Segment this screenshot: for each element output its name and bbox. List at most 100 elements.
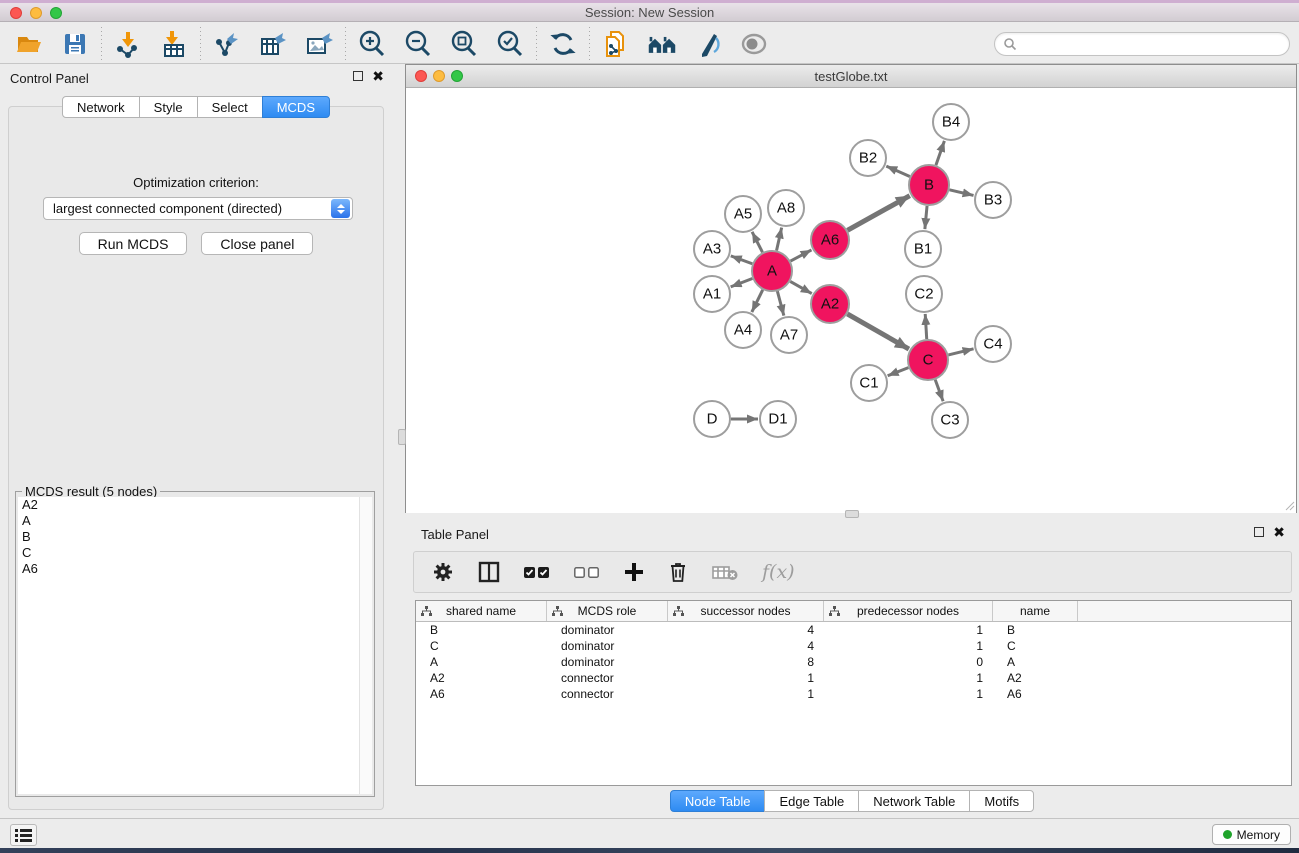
toolbar-divider [101,27,102,61]
deselect-all-columns-icon[interactable] [574,566,600,579]
graph-edge-B-B3[interactable] [949,190,973,196]
import-table-icon[interactable] [159,29,189,59]
table-toolbar: f(x) [413,551,1292,593]
table-row[interactable]: A2connector11A2 [416,670,1291,686]
tab-mcds[interactable]: MCDS [262,96,330,118]
search-field[interactable] [994,32,1290,56]
column-header-shared-name[interactable]: shared name [416,601,547,621]
float-table-panel-icon[interactable] [1254,527,1264,537]
graph-edge-A-A3[interactable] [731,256,753,264]
minimize-window-button[interactable] [30,7,42,19]
column-header-MCDS-role[interactable]: MCDS role [547,601,668,621]
save-session-icon[interactable] [60,29,90,59]
zoom-window-button[interactable] [50,7,62,19]
node-table-body: Bdominator41BCdominator41CAdominator80AA… [416,622,1291,702]
split-columns-icon[interactable] [478,561,500,583]
result-item[interactable]: A2 [18,497,359,513]
table-row[interactable]: Cdominator41C [416,638,1291,654]
close-window-button[interactable] [10,7,22,19]
graph-edge-C-C2[interactable] [925,314,927,339]
tab-network-table[interactable]: Network Table [858,790,970,812]
open-session-icon[interactable] [14,29,44,59]
tab-node-table[interactable]: Node Table [670,790,766,812]
tab-style[interactable]: Style [139,96,198,118]
show-hide-eye-icon[interactable] [739,29,769,59]
graph-edge-A-A1[interactable] [731,279,753,287]
graph-edge-A-A4[interactable] [752,290,763,312]
column-header-successor-nodes[interactable]: successor nodes [668,601,824,621]
graph-node-label-C4: C4 [983,336,1002,353]
close-panel-button[interactable]: Close panel [201,232,313,255]
new-network-from-selection-icon[interactable] [601,29,631,59]
table-cell: 1 [824,686,993,702]
export-image-icon[interactable] [304,29,334,59]
graph-node-label-A6: A6 [821,232,839,249]
table-row[interactable]: Adominator80A [416,654,1291,670]
zoom-fit-icon[interactable] [449,29,479,59]
graph-edge-A-A7[interactable] [777,291,783,315]
result-item[interactable]: A [18,513,359,529]
result-list-scrollbar[interactable] [359,497,372,794]
import-network-icon[interactable] [113,29,143,59]
zoom-in-icon[interactable] [357,29,387,59]
result-item[interactable]: A6 [18,561,359,577]
graph-node-label-A3: A3 [703,241,721,258]
criterion-dropdown[interactable]: largest connected component (directed) [43,197,353,220]
close-table-panel-icon[interactable]: ✖ [1273,527,1285,537]
tab-select[interactable]: Select [197,96,263,118]
column-header-predecessor-nodes[interactable]: predecessor nodes [824,601,993,621]
graph-edge-A6-B[interactable] [847,196,909,231]
graph-edge-C-C4[interactable] [948,349,973,355]
graph-edge-A-A5[interactable] [752,232,762,252]
close-panel-icon[interactable]: ✖ [372,71,384,81]
add-column-icon[interactable] [624,562,644,582]
main-toolbar [0,25,1299,64]
graph-edge-B-B4[interactable] [936,141,944,165]
table-settings-icon[interactable] [432,561,454,583]
tab-edge-table[interactable]: Edge Table [764,790,859,812]
export-network-icon[interactable] [212,29,242,59]
table-cell: A6 [416,686,547,702]
network-close-button[interactable] [415,70,427,82]
window-resize-grip[interactable] [1284,500,1295,511]
toggle-graphics-details-icon[interactable] [693,29,723,59]
graph-edge-C-C3[interactable] [935,380,943,402]
table-row[interactable]: A6connector11A6 [416,686,1291,702]
network-window-titlebar[interactable]: testGlobe.txt [406,65,1296,88]
search-input[interactable] [1017,37,1289,51]
table-panel: Table Panel ✖ f(x) shared nameMCDS rol [405,520,1299,818]
delete-column-icon[interactable] [668,561,688,583]
zoom-out-icon[interactable] [403,29,433,59]
graph-node-label-D1: D1 [768,411,787,428]
export-table-icon[interactable] [258,29,288,59]
graph-edge-C-C1[interactable] [888,368,909,376]
network-minimize-button[interactable] [433,70,445,82]
mcds-result-list[interactable]: A2ABCA6 [18,497,359,794]
table-row[interactable]: Bdominator41B [416,622,1291,638]
select-all-columns-icon[interactable] [524,566,550,579]
graph-edge-A-A8[interactable] [777,228,782,251]
result-item[interactable]: C [18,545,359,561]
graph-edge-A2-C[interactable] [847,314,909,349]
float-panel-icon[interactable] [353,71,363,81]
run-mcds-button[interactable]: Run MCDS [79,232,188,255]
task-history-button[interactable] [10,824,37,846]
vertical-splitter-grip[interactable] [398,429,406,445]
graph-edge-A-A6[interactable] [791,250,812,261]
refresh-view-icon[interactable] [548,29,578,59]
horizontal-splitter-grip[interactable] [845,510,859,518]
network-canvas[interactable]: AA6A2BCA5A8A3A1A4A7B2B4B3B1C2C4C1C3DD1 [406,89,1296,513]
zoom-selected-icon[interactable] [495,29,525,59]
show-all-networks-icon[interactable] [647,29,677,59]
tab-motifs[interactable]: Motifs [969,790,1034,812]
graph-edge-B-B2[interactable] [886,166,910,176]
result-item[interactable]: B [18,529,359,545]
graph-edge-B-B1[interactable] [925,206,927,229]
function-builder-icon[interactable]: f(x) [762,561,795,583]
tab-network[interactable]: Network [62,96,140,118]
column-header-name[interactable]: name [993,601,1078,621]
graph-edge-A-A2[interactable] [790,281,811,293]
memory-button[interactable]: Memory [1212,824,1291,845]
network-zoom-button[interactable] [451,70,463,82]
delete-table-icon[interactable] [712,563,738,581]
